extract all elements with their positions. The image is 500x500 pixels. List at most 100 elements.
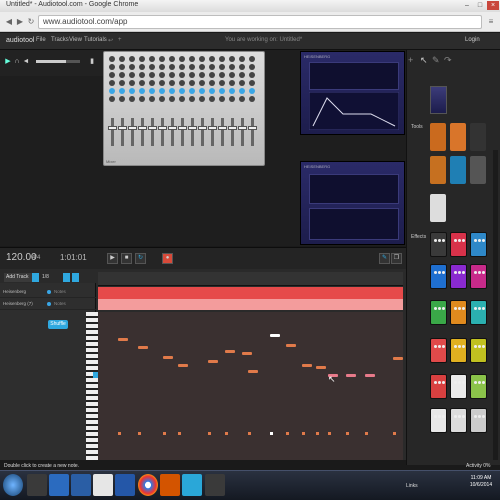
redo-icon[interactable]: ↷: [444, 55, 452, 66]
midi-note[interactable]: [178, 364, 188, 367]
app-taskbar-icon[interactable]: [27, 474, 47, 496]
channel-knob[interactable]: [239, 64, 245, 70]
url-input[interactable]: www.audiotool.com/app: [38, 15, 482, 29]
minimize-icon[interactable]: –: [461, 1, 473, 10]
channel-knob[interactable]: [199, 88, 205, 94]
channel-knob[interactable]: [219, 80, 225, 86]
velocity-marker[interactable]: [270, 432, 273, 435]
mixer-channel-strip[interactable]: [148, 56, 157, 154]
channel-knob[interactable]: [159, 96, 165, 102]
channel-knob[interactable]: [249, 80, 255, 86]
add-icon[interactable]: +: [118, 37, 122, 43]
tool-device[interactable]: [470, 156, 486, 184]
channel-knob[interactable]: [199, 72, 205, 78]
record-icon[interactable]: ●: [162, 253, 173, 264]
midi-note[interactable]: [163, 356, 173, 359]
app-taskbar-icon[interactable]: [71, 474, 91, 496]
effect-pedal[interactable]: [470, 264, 487, 289]
app-taskbar-icon[interactable]: [205, 474, 225, 496]
master-volume-slider[interactable]: [36, 60, 80, 63]
app-taskbar-icon[interactable]: [115, 474, 135, 496]
channel-fader[interactable]: [158, 126, 167, 130]
zoom-toggle[interactable]: [72, 273, 79, 282]
effect-pedal[interactable]: [430, 408, 447, 433]
velocity-marker[interactable]: [328, 432, 331, 435]
zoom-toggle[interactable]: [63, 273, 70, 282]
channel-knob[interactable]: [119, 56, 125, 62]
midi-note[interactable]: [242, 352, 252, 355]
channel-knob[interactable]: [139, 64, 145, 70]
effect-pedal[interactable]: [430, 264, 447, 289]
channel-fader[interactable]: [208, 126, 217, 130]
channel-knob[interactable]: [149, 80, 155, 86]
heisenberg-synth-bottom[interactable]: HEISENBERG: [300, 161, 405, 245]
channel-knob[interactable]: [209, 64, 215, 70]
channel-knob[interactable]: [249, 96, 255, 102]
menu-view[interactable]: View: [69, 37, 82, 43]
channel-knob[interactable]: [219, 88, 225, 94]
mixer-channel-strip[interactable]: [178, 56, 187, 154]
mixer-channel-strip[interactable]: [228, 56, 237, 154]
mixer-channel-strip[interactable]: [198, 56, 207, 154]
channel-knob[interactable]: [149, 64, 155, 70]
velocity-marker[interactable]: [248, 432, 251, 435]
channel-knob[interactable]: [249, 72, 255, 78]
channel-fader[interactable]: [138, 126, 147, 130]
channel-knob[interactable]: [109, 72, 115, 78]
channel-knob[interactable]: [169, 56, 175, 62]
pencil-icon[interactable]: ✎: [379, 253, 390, 264]
channel-fader[interactable]: [248, 126, 257, 130]
note-region-selected[interactable]: [98, 299, 403, 310]
undo-icon[interactable]: ↩: [108, 37, 113, 44]
velocity-marker[interactable]: [208, 432, 211, 435]
channel-knob[interactable]: [149, 72, 155, 78]
velocity-marker[interactable]: [178, 432, 181, 435]
snap-toggle[interactable]: [32, 273, 39, 282]
channel-knob[interactable]: [129, 64, 135, 70]
midi-note[interactable]: [225, 350, 235, 353]
velocity-marker[interactable]: [393, 432, 396, 435]
channel-knob[interactable]: [209, 88, 215, 94]
channel-fader[interactable]: [128, 126, 137, 130]
track-mute-icon[interactable]: [47, 290, 51, 294]
time-signature[interactable]: 4/4: [32, 255, 40, 261]
channel-knob[interactable]: [229, 64, 235, 70]
channel-knob[interactable]: [249, 56, 255, 62]
tool-device[interactable]: [430, 156, 446, 184]
tool-device[interactable]: [430, 123, 446, 151]
midi-note[interactable]: [365, 374, 375, 377]
channel-knob[interactable]: [219, 56, 225, 62]
channel-knob[interactable]: [179, 80, 185, 86]
channel-knob[interactable]: [189, 56, 195, 62]
play-icon[interactable]: ▶: [107, 253, 118, 264]
channel-knob[interactable]: [159, 56, 165, 62]
midi-note[interactable]: [316, 366, 326, 369]
channel-knob[interactable]: [229, 80, 235, 86]
midi-note[interactable]: [346, 374, 356, 377]
mixer-channel-strip[interactable]: [218, 56, 227, 154]
velocity-marker[interactable]: [346, 432, 349, 435]
channel-knob[interactable]: [189, 80, 195, 86]
menu-icon[interactable]: ≡: [486, 17, 496, 27]
channel-knob[interactable]: [159, 80, 165, 86]
channel-knob[interactable]: [229, 88, 235, 94]
velocity-marker[interactable]: [302, 432, 305, 435]
channel-knob[interactable]: [179, 72, 185, 78]
channel-knob[interactable]: [129, 96, 135, 102]
channel-knob[interactable]: [109, 64, 115, 70]
mixer-channel-strip[interactable]: [188, 56, 197, 154]
channel-knob[interactable]: [179, 56, 185, 62]
channel-knob[interactable]: [249, 64, 255, 70]
mixer-channel-strip[interactable]: [128, 56, 137, 154]
loop-icon[interactable]: ↻: [135, 253, 146, 264]
channel-knob[interactable]: [229, 96, 235, 102]
window-icon[interactable]: ❐: [391, 253, 402, 264]
channel-fader[interactable]: [118, 126, 127, 130]
channel-knob[interactable]: [159, 88, 165, 94]
midi-note[interactable]: [393, 357, 403, 360]
channel-knob[interactable]: [199, 80, 205, 86]
channel-knob[interactable]: [139, 56, 145, 62]
note-region[interactable]: [98, 287, 403, 299]
channel-fader[interactable]: [198, 126, 207, 130]
heisenberg-synth-top[interactable]: HEISENBERG: [300, 51, 405, 135]
